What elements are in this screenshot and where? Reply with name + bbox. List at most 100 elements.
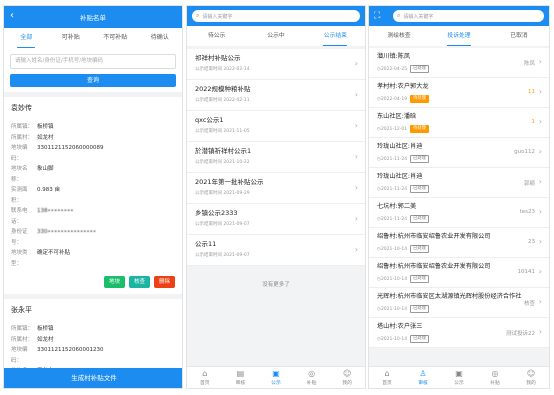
tabbar-item[interactable]: ☺ 我的: [513, 367, 549, 388]
list-item[interactable]: 2022规模种粮补贴 公示结束时间 2022-02-11 ›: [187, 80, 365, 111]
field-value: 板桥镇: [37, 326, 54, 332]
item-meta: ◷ 2021-11-24 已处理: [377, 155, 541, 163]
item-title: 公示11: [195, 240, 217, 248]
farmer-name: 袁妙传: [11, 104, 32, 112]
chevron-right-icon: ›: [538, 267, 542, 276]
status-badge: 已处理: [410, 215, 429, 223]
delete-button[interactable]: 删除: [154, 276, 175, 288]
field-value: 138••••••••: [37, 208, 74, 214]
chevron-right-icon: ›: [538, 87, 542, 96]
item-date: 公示结束时间 2021-09-29: [195, 191, 250, 196]
list-item[interactable]: 七坑村:郭二美 ◷ 2021-11-24 已处理 tes23 ›: [369, 198, 549, 228]
status-badge: 已处理: [410, 65, 429, 73]
list-item[interactable]: 乡镇公示2333 公示结束时间 2021-09-07 ›: [187, 204, 365, 235]
item-meta: ◷ 2021-10-14 已处理: [377, 305, 541, 313]
complaint-screen: ⛶ ⌕ 请输入关键字 测绘核查 投诉处理 已取消 潜川镇:陈凤 ◷ 2022-04…: [368, 5, 550, 389]
field-label: 所属村：: [11, 134, 34, 141]
field-row: 所属镇： 板桥镇: [11, 122, 175, 133]
item-date: 2021-11-24: [380, 156, 408, 162]
list-item[interactable]: 公示11 公示结束时间 2021-09-07 ›: [187, 235, 365, 266]
tabbar-item[interactable]: ♙ 审核: [405, 367, 441, 388]
list-item[interactable]: 2021年第一批补贴公示 公示结束时间 2021-09-29 ›: [187, 173, 365, 204]
field-row: 所属镇： 板桥镇: [11, 324, 175, 335]
list-item[interactable]: 玲珑山社区:肖迪 ◷ 2021-11-24 已处理 郭颖 ›: [369, 168, 549, 198]
tab-survey-check[interactable]: 测绘核查: [369, 26, 429, 46]
field-value: 3301121152060000089: [37, 145, 104, 151]
chevron-right-icon: ›: [538, 207, 542, 216]
item-title: 七坑村:郭二美: [377, 203, 417, 210]
status-badge: 已处理: [410, 335, 429, 343]
item-title: 绍鲁村:杭州市临安绍鲁农业开发有限公司: [377, 263, 491, 270]
chevron-right-icon: ›: [538, 177, 542, 186]
chevron-right-icon: ›: [354, 121, 358, 130]
tabbar-icon: ☺: [526, 369, 536, 378]
list-item[interactable]: qxc公示1 公示结束时间 2021-11-05 ›: [187, 111, 365, 142]
field-value: 象山脚: [37, 166, 54, 172]
subsidy-card: 袁妙传 所属镇： 板桥镇 所属村： 如龙村 地块编码： 33011211520600000…: [4, 97, 182, 294]
list-item[interactable]: 东山社区:潘晗 ◷ 2021-12-01 待处理 1 ›: [369, 108, 549, 138]
search-input[interactable]: ⌕ 请输入关键字: [192, 10, 360, 22]
bottom-tab-bar: ⌂ 首页 ▤ 审核 ▣ 公示 ◎ 补贴 ☺ 我的: [187, 366, 365, 388]
list-item[interactable]: 塔山村:农户张三 ◷ 2021-10-14 已处理 测试投诉22 ›: [369, 318, 549, 348]
list-item[interactable]: 绍鲁村:杭州市临安绍鲁农业开发有限公司 ◷ 2021-10-14 已处理 23 ›: [369, 228, 549, 258]
tabbar-item[interactable]: ☺ 我的: [329, 367, 365, 388]
query-button[interactable]: 查询: [10, 74, 176, 87]
list-item[interactable]: 玲珑山社区:肖迪 ◷ 2021-11-24 已处理 guo112 ›: [369, 138, 549, 168]
item-date: 2021-10-14: [380, 306, 408, 312]
tabbar-item[interactable]: ◎ 补贴: [294, 367, 330, 388]
tab-eligible[interactable]: 可补贴: [49, 28, 94, 48]
field-label: 地块类型：: [11, 250, 28, 267]
tabbar-item[interactable]: ▣ 公示: [441, 367, 477, 388]
item-title: 2021年第一批补贴公示: [195, 178, 264, 186]
tab-publicity-ended[interactable]: 公示结束: [306, 26, 365, 46]
list-item[interactable]: 潜川镇:陈凤 ◷ 2022-04-25 已处理 陈凤 ›: [369, 48, 549, 78]
tab-pending-publicity[interactable]: 待公示: [187, 26, 246, 46]
chevron-right-icon: ›: [354, 245, 358, 254]
generate-file-button[interactable]: 生成村补贴文件: [4, 368, 182, 388]
tabbar-label: 公示: [271, 381, 281, 386]
item-meta: ◷ 2021-11-24 已处理: [377, 215, 541, 223]
list-item[interactable]: 於潜镇祈祥村公示1 公示结束时间 2021-10-22 ›: [187, 142, 365, 173]
list-item[interactable]: 祁祥村补贴公示 公示结束时间 2022-02-14 ›: [187, 49, 365, 80]
back-arrow-icon[interactable]: ‹: [10, 10, 14, 21]
chevron-right-icon: ›: [354, 59, 358, 68]
item-title: 东山社区:潘晗: [377, 113, 417, 120]
tabbar-item[interactable]: ▣ 公示: [258, 367, 294, 388]
search-input[interactable]: ⌕ 请输入关键字: [393, 10, 544, 22]
field-value: 板桥镇: [37, 124, 54, 130]
field-label: 实测面积：: [11, 187, 28, 204]
tabbar-item[interactable]: ⌂ 首页: [369, 367, 405, 388]
tab-in-publicity[interactable]: 公示中: [246, 26, 305, 46]
verify-button[interactable]: 核查: [129, 276, 150, 288]
tabbar-label: 我的: [526, 381, 536, 386]
tab-all[interactable]: 全部: [4, 28, 49, 48]
scan-icon[interactable]: ⛶: [374, 10, 380, 22]
tabbar-icon: ♙: [419, 369, 427, 378]
subsidy-list-screen: ‹ 补贴名单 全部 可补贴 不可补贴 待确认 请输入姓名/身份证/手机号/地块编…: [3, 5, 183, 389]
chevron-right-icon: ›: [538, 297, 542, 306]
tabbar-icon: ▣: [455, 369, 463, 378]
tabbar-item[interactable]: ⌂ 首页: [187, 367, 223, 388]
tabbar-item[interactable]: ◎ 补贴: [477, 367, 513, 388]
tab-complaint-handling[interactable]: 投诉处理: [429, 26, 489, 46]
search-input[interactable]: 请输入姓名/身份证/手机号/地块编码: [10, 54, 176, 69]
item-right-value: 郭颖: [523, 181, 535, 187]
tabbar-label: 补贴: [490, 381, 500, 386]
tabbar-item[interactable]: ▤ 审核: [223, 367, 259, 388]
tab-ineligible[interactable]: 不可补贴: [93, 28, 138, 48]
tabbar-label: 我的: [342, 381, 352, 386]
tab-cancelled[interactable]: 已取消: [489, 26, 549, 46]
list-item[interactable]: 绍鲁村:杭州市临安绍鲁农业开发有限公司 ◷ 2021-10-14 已处理 10141 ›: [369, 258, 549, 288]
field-value: 如龙村: [37, 336, 54, 343]
status-badge: 待处理: [410, 125, 429, 133]
status-badge: 已处理: [410, 185, 429, 193]
chevron-right-icon: ›: [354, 152, 358, 161]
tab-pending[interactable]: 待确认: [138, 28, 183, 48]
item-date: 公示结束时间 2022-02-11: [195, 98, 250, 103]
field-row: 地块名称： 象山脚: [11, 164, 175, 185]
list-item[interactable]: 孝村村:农户郭大龙 ◷ 2022-04-19 待处理 11 ›: [369, 78, 549, 108]
page-title: 补贴名单: [80, 14, 106, 22]
list-item[interactable]: 光辉村:杭州市临安区太湖源镇光辉村股份经济合作社 ◷ 2021-10-14 已处理核…: [369, 288, 549, 318]
item-title: 玲珑山社区:肖迪: [377, 173, 423, 180]
plot-button[interactable]: 地块: [104, 276, 125, 288]
